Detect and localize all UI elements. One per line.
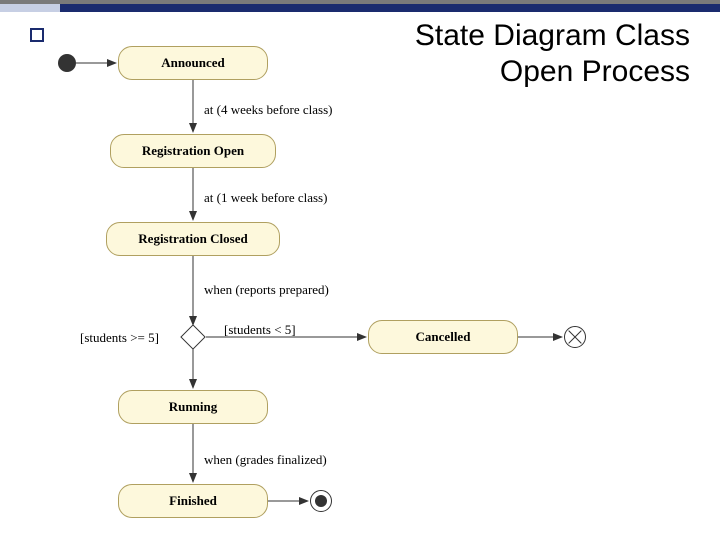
state-registration-open: Registration Open (110, 134, 276, 168)
transition-label: at (4 weeks before class) (204, 102, 333, 118)
guard-label-lt5: [students < 5] (224, 322, 296, 338)
state-label: Registration Open (142, 143, 244, 159)
state-cancelled: Cancelled (368, 320, 518, 354)
terminate-state-icon (564, 326, 586, 348)
transition-label: when (reports prepared) (204, 282, 329, 298)
diagram-canvas: Announced Registration Open Registration… (0, 14, 720, 540)
guard-label-ge5: [students >= 5] (80, 330, 159, 346)
arrows-layer (0, 14, 720, 540)
state-label: Finished (169, 493, 217, 509)
slide-header-bar (0, 0, 720, 12)
state-label: Running (169, 399, 217, 415)
state-announced: Announced (118, 46, 268, 80)
transition-label: when (grades finalized) (204, 452, 327, 468)
state-label: Registration Closed (138, 231, 247, 247)
final-state-icon (310, 490, 332, 512)
state-finished: Finished (118, 484, 268, 518)
decision-node-icon (180, 324, 205, 349)
state-registration-closed: Registration Closed (106, 222, 280, 256)
state-running: Running (118, 390, 268, 424)
initial-state-icon (58, 54, 76, 72)
state-label: Cancelled (416, 329, 471, 345)
transition-label: at (1 week before class) (204, 190, 327, 206)
state-label: Announced (161, 55, 225, 71)
